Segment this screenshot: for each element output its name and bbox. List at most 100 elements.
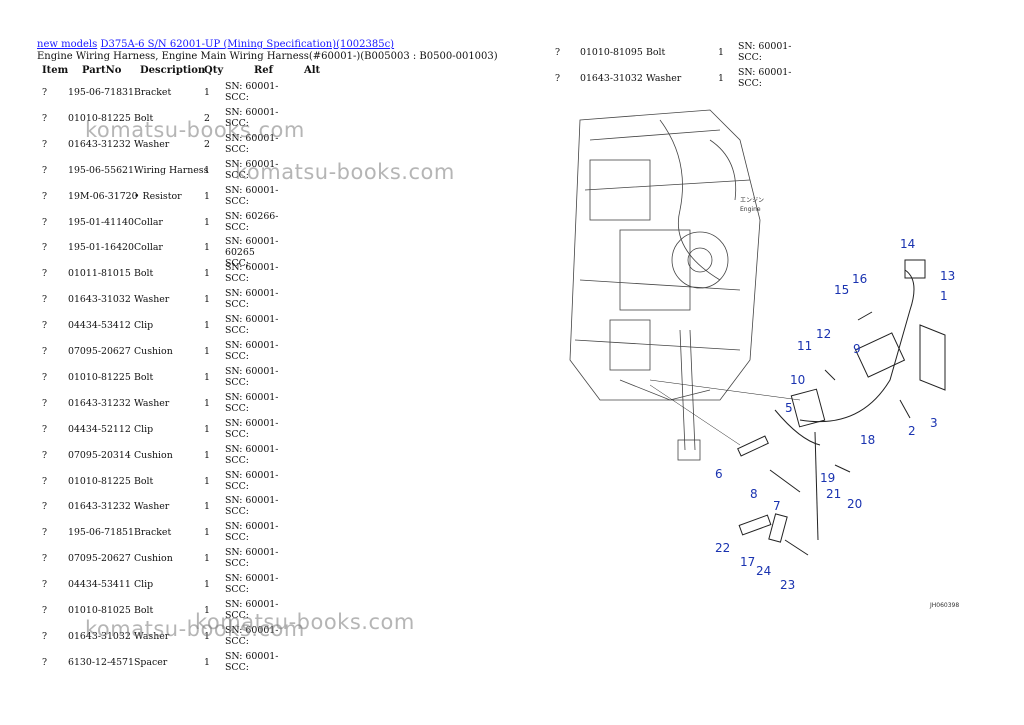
page-subtitle: Engine Wiring Harness, Engine Main Wirin… [37, 51, 498, 62]
cell-desc: Clip [134, 320, 154, 332]
cell-item: ? [42, 501, 48, 513]
callout-2: 2 [908, 424, 916, 438]
cell-qty: 1 [204, 656, 210, 668]
breadcrumb: new models D375A-6 S/N 62001-UP (Mining … [37, 39, 394, 50]
table-row: ? 19M-06-31720 • Resistor 1 SN: 60001- SCC: [0, 185, 540, 211]
callout-15: 15 [834, 283, 849, 297]
table-row: ? 01011-81015 Bolt 1 SN: 60001- SCC: [0, 262, 540, 288]
cell-ref: SN: 60001- SCC: [225, 521, 279, 544]
engine-block-drawing [569, 109, 761, 461]
cell-part: 19M-06-31720 [68, 190, 138, 202]
cell-ref: SN: 60001- SCC: [225, 495, 279, 518]
cell-ref: SN: 60266- SCC: [225, 210, 279, 233]
cell-desc: Bolt [134, 268, 154, 280]
cell-item: ? [42, 605, 48, 616]
cell-part: 195-06-55621 [68, 164, 134, 176]
cell-qty: 1 [204, 527, 210, 539]
cell-item: ? [42, 527, 48, 539]
cell-ref: SN: 60001- SCC: [225, 650, 279, 673]
exploded-parts-diagram: エンジン Engine JH060398 1235678910111213141… [569, 109, 959, 609]
breadcrumb-new-models-link[interactable]: new models [37, 39, 97, 50]
cell-desc: Clip [134, 579, 154, 591]
callout-13: 13 [940, 269, 955, 283]
cell-ref: SN: 60001- SCC: [225, 288, 279, 311]
cell-qty: 1 [204, 553, 210, 565]
table-row: ? 07095-20627 Cushion 1 SN: 60001- SCC: [0, 340, 540, 366]
watermark: komatsu-books.com [195, 610, 415, 634]
callout-16: 16 [852, 272, 867, 286]
col-header-alt: Alt [304, 65, 321, 76]
cell-item: ? [42, 397, 48, 409]
cell-desc: Bolt [134, 605, 154, 616]
cell-part: 07095-20314 [68, 449, 131, 461]
cell-part: 01010-81225 [68, 371, 131, 383]
cell-item: ? [42, 138, 48, 150]
callout-10: 10 [790, 373, 805, 387]
callout-23: 23 [780, 578, 795, 592]
table-row: ? 6130-12-4571 Spacer 1 SN: 60001- SCC: [0, 651, 540, 677]
cell-item: ? [42, 475, 48, 487]
callout-8: 8 [750, 487, 758, 501]
table-row: ? 01010-81225 Bolt 1 SN: 60001- SCC: [0, 470, 540, 496]
cell-ref: SN: 60001- SCC: [738, 66, 792, 89]
cell-qty: 1 [204, 579, 210, 591]
cell-item: ? [42, 164, 48, 176]
cell-qty: 1 [204, 423, 210, 435]
cell-item: ? [42, 656, 48, 668]
breadcrumb-model-link[interactable]: D375A-6 S/N 62001-UP (Mining Specificati… [100, 39, 394, 50]
callout-18: 18 [860, 433, 875, 447]
cell-ref: SN: 60001- SCC: [225, 184, 279, 207]
col-header-partno: PartNo [82, 65, 122, 76]
cell-part: 04434-52112 [68, 423, 131, 435]
cell-part: 195-01-16420 [68, 242, 134, 254]
table-row: ? 07095-20627 Cushion 1 SN: 60001- SCC: [0, 547, 540, 573]
cell-part: 195-06-71831 [68, 87, 134, 98]
callout-9: 9 [853, 342, 861, 356]
cell-ref: SN: 60001- SCC: [225, 262, 279, 285]
cell-part: 01643-31032 [68, 294, 131, 306]
col-header-ref: Ref [254, 65, 273, 76]
engine-label-jp: エンジン [740, 197, 764, 204]
cell-item: ? [42, 242, 48, 254]
cell-desc: Cushion [134, 553, 173, 565]
cell-qty: 1 [204, 242, 210, 254]
cell-desc: Bolt [646, 47, 666, 58]
table-row: ? 04434-53412 Clip 1 SN: 60001- SCC: [0, 314, 540, 340]
cell-part: 04434-53411 [68, 579, 131, 591]
cell-item: ? [42, 346, 48, 357]
cell-item: ? [42, 449, 48, 461]
callout-20: 20 [847, 497, 862, 511]
cell-item: ? [42, 423, 48, 435]
callout-21: 21 [826, 487, 841, 501]
cell-ref: SN: 60001- SCC: [225, 443, 279, 466]
table-row: ? 01010-81095 Bolt 1 SN: 60001- SCC: [520, 41, 820, 67]
cell-ref: SN: 60001- SCC: [225, 417, 279, 440]
col-header-qty: Qty [204, 65, 224, 76]
cell-ref: SN: 60001- SCC: [225, 81, 279, 103]
cell-item: ? [42, 320, 48, 332]
cell-qty: 1 [204, 268, 210, 280]
table-row: ? 01643-31032 Washer 1 SN: 60001- SCC: [520, 67, 820, 93]
cell-ref: SN: 60001- SCC: [225, 469, 279, 492]
table-row: ? 195-01-16420 Collar 1 SN: 60001-60265 SCC: [0, 236, 540, 269]
cell-part: 195-06-71851 [68, 527, 134, 539]
callout-5: 5 [785, 401, 793, 415]
table-row: ? 04434-53411 Clip 1 SN: 60001- SCC: [0, 573, 540, 599]
cell-desc: • Resistor [134, 190, 182, 202]
cell-qty: 1 [204, 475, 210, 487]
cell-desc: Bracket [134, 87, 172, 98]
callout-24: 24 [756, 564, 771, 578]
cell-qty: 1 [204, 87, 210, 98]
cell-part: 01643-31032 [580, 72, 643, 84]
cell-part: 6130-12-4571 [68, 656, 134, 668]
cell-ref: SN: 60001- SCC: [225, 547, 279, 570]
callout-22: 22 [715, 541, 730, 555]
cell-desc: Spacer [134, 656, 168, 668]
cell-qty: 1 [204, 346, 210, 357]
cell-part: 01010-81025 [68, 605, 131, 616]
cell-qty: 1 [204, 216, 210, 228]
callout-19: 19 [820, 471, 835, 485]
cell-ref: SN: 60001- SCC: [225, 340, 279, 362]
cell-desc: Washer [646, 72, 682, 84]
cell-part: 07095-20627 [68, 553, 131, 565]
